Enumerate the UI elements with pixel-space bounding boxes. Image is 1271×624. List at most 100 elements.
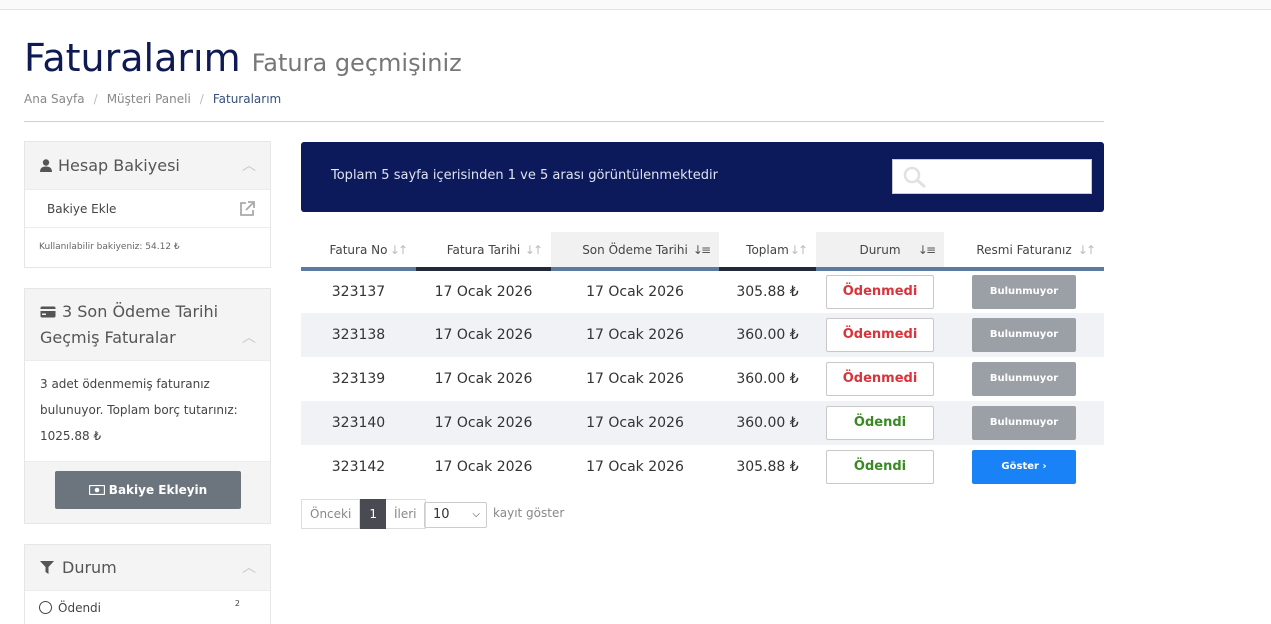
balance-panel-title: Hesap Bakiyesi	[58, 156, 180, 175]
breadcrumb-separator: /	[199, 92, 204, 106]
due-date: 17 Ocak 2026	[551, 401, 719, 445]
breadcrumb: Ana Sayfa / Müşteri Paneli / Faturalarım	[24, 92, 281, 106]
column-header-invoice-date[interactable]: Fatura Tarihi ↓↑	[416, 232, 551, 271]
radio-button[interactable]	[39, 601, 52, 614]
pagination-next[interactable]: İleri	[385, 499, 426, 529]
table-info-text: Toplam 5 sayfa içerisinden 1 ve 5 arası …	[331, 168, 718, 183]
pagination-page-current[interactable]: 1	[360, 499, 386, 529]
invoice-date: 17 Ocak 2026	[416, 313, 551, 357]
invoice-date: 17 Ocak 2026	[416, 401, 551, 445]
page-title: Faturalarım	[24, 36, 241, 80]
not-available-button[interactable]: Bulunmuyor	[972, 318, 1076, 352]
overdue-panel-title: 3 Son Ödeme Tarihi Geçmiş Faturalar	[40, 302, 219, 347]
chevron-up-icon[interactable]: ︿	[242, 142, 256, 190]
external-link-icon	[240, 201, 255, 216]
status-filter-title: Durum	[62, 558, 117, 577]
column-header-official-invoice[interactable]: Resmi Faturanız ↓↑	[944, 232, 1104, 271]
filter-icon	[40, 561, 54, 574]
top-bar	[0, 0, 1271, 10]
chevron-up-icon[interactable]: ︿	[242, 325, 256, 351]
official-invoice-cell: Bulunmuyor	[944, 269, 1104, 313]
chevron-down-icon: ⌵	[472, 509, 480, 520]
not-available-button[interactable]: Bulunmuyor	[972, 275, 1076, 309]
table-header-row: Fatura No ↓↑ Fatura Tarihi ↓↑ Son Ödeme Ta…	[301, 232, 1104, 271]
invoice-no: 323140	[301, 401, 416, 445]
sort-ascending-icon: ↓≡	[692, 243, 711, 257]
status-cell: Ödenmedi	[816, 269, 944, 313]
credit-card-icon	[40, 306, 56, 318]
show-invoice-button[interactable]: Göster ›	[972, 450, 1076, 484]
filter-count: 2	[234, 599, 240, 608]
column-header-status[interactable]: Durum ↓≡	[816, 232, 944, 271]
overdue-panel-header[interactable]: 3 Son Ödeme Tarihi Geçmiş Faturalar ︿	[25, 289, 270, 361]
status-badge: Ödendi	[826, 450, 934, 484]
page-size-value: 10	[433, 507, 450, 522]
invoice-no: 323142	[331, 459, 386, 475]
status-filter-header[interactable]: Durum ︿	[25, 545, 270, 591]
invoice-no: 323138	[301, 313, 416, 357]
status-badge: Ödenmedi	[826, 362, 934, 396]
table-info-banner: Toplam 5 sayfa içerisinden 1 ve 5 arası …	[301, 142, 1104, 212]
sort-icon: ↓↑	[389, 243, 408, 257]
breadcrumb-invoices: Faturalarım	[212, 92, 282, 106]
pagination-previous[interactable]: Önceki	[301, 499, 361, 529]
not-available-button[interactable]: Bulunmuyor	[972, 362, 1076, 396]
not-available-button[interactable]: Bulunmuyor	[972, 406, 1076, 440]
table-row[interactable]: 323142 17 Ocak 2026 17 Ocak 2026 305.88 …	[301, 445, 1104, 489]
add-balance-button[interactable]: Bakiye Ekleyin	[55, 471, 241, 509]
header-divider	[24, 121, 1104, 122]
invoices-table: Fatura No ↓↑ Fatura Tarihi ↓↑ Son Ödeme Ta…	[301, 232, 1104, 489]
page-size-label: kayıt göster	[493, 506, 565, 520]
status-cell: Ödendi	[816, 445, 944, 489]
official-invoice-cell: Bulunmuyor	[944, 313, 1104, 357]
invoice-date: 17 Ocak 2026	[434, 459, 533, 475]
due-date: 17 Ocak 2026	[586, 459, 684, 475]
page-header: Faturalarım Fatura geçmişiniz	[24, 36, 1104, 80]
official-invoice-cell: Bulunmuyor	[944, 357, 1104, 401]
breadcrumb-client-panel[interactable]: Müşteri Paneli	[107, 92, 191, 106]
invoice-total: 305.88 ₺	[736, 284, 799, 300]
column-header-due-date[interactable]: Son Ödeme Tarihi ↓≡	[551, 232, 719, 271]
table-row[interactable]: 323138 17 Ocak 2026 17 Ocak 2026 360.00 …	[301, 313, 1104, 357]
header-label: Fatura No	[329, 242, 388, 257]
sort-icon: ↓↑	[524, 243, 543, 257]
add-balance-label: Bakiye Ekle	[47, 202, 117, 216]
invoice-no: 323139	[331, 371, 386, 387]
search-box	[892, 159, 1092, 194]
column-header-invoice-no[interactable]: Fatura No ↓↑	[301, 232, 416, 271]
invoice-total: 360.00 ₺	[719, 401, 816, 445]
due-date: 17 Ocak 2026	[586, 284, 684, 300]
add-balance-button-label: Bakiye Ekleyin	[108, 483, 208, 497]
filter-option-paid[interactable]: Ödendi 2	[25, 591, 270, 624]
invoice-total: 360.00 ₺	[719, 313, 816, 357]
invoice-no: 323137	[331, 284, 386, 300]
invoice-total: 360.00 ₺	[736, 371, 799, 387]
sort-icon: ↓↑	[1077, 243, 1096, 257]
add-balance-link[interactable]: Bakiye Ekle	[25, 190, 270, 228]
chevron-up-icon[interactable]: ︿	[242, 545, 256, 591]
official-invoice-cell: Bulunmuyor	[944, 401, 1104, 445]
balance-panel: Hesap Bakiyesi ︿ Bakiye Ekle Kullanılabi…	[24, 141, 271, 268]
header-label: Resmi Faturanız	[976, 242, 1072, 257]
available-balance: Kullanılabilir bakiyeniz: 54.12 ₺	[39, 242, 180, 252]
official-invoice-cell: Göster ›	[944, 445, 1104, 489]
filter-option-label: Ödendi	[58, 601, 102, 615]
status-cell: Ödenmedi	[816, 357, 944, 401]
table-row[interactable]: 323140 17 Ocak 2026 17 Ocak 2026 360.00 …	[301, 401, 1104, 445]
balance-panel-header[interactable]: Hesap Bakiyesi ︿	[25, 142, 270, 190]
overdue-summary: 3 adet ödenmemiş faturanız bulunuyor. To…	[40, 377, 238, 443]
column-header-total[interactable]: Toplam ↓↑	[719, 232, 816, 271]
page-subtitle: Fatura geçmişiniz	[251, 49, 462, 77]
table-row[interactable]: 323137 17 Ocak 2026 17 Ocak 2026 305.88 …	[301, 269, 1104, 313]
table-row[interactable]: 323139 17 Ocak 2026 17 Ocak 2026 360.00 …	[301, 357, 1104, 401]
due-date: 17 Ocak 2026	[586, 371, 684, 387]
chevron-right-icon: ›	[1042, 461, 1047, 472]
status-cell: Ödendi	[816, 401, 944, 445]
header-label: Durum	[859, 242, 901, 257]
breadcrumb-home[interactable]: Ana Sayfa	[24, 92, 85, 106]
search-icon	[903, 166, 926, 188]
page-size-select[interactable]: 10 ⌵	[424, 502, 487, 528]
header-label: Toplam	[746, 242, 789, 257]
invoice-date: 17 Ocak 2026	[434, 284, 533, 300]
money-bill-icon	[88, 484, 105, 496]
